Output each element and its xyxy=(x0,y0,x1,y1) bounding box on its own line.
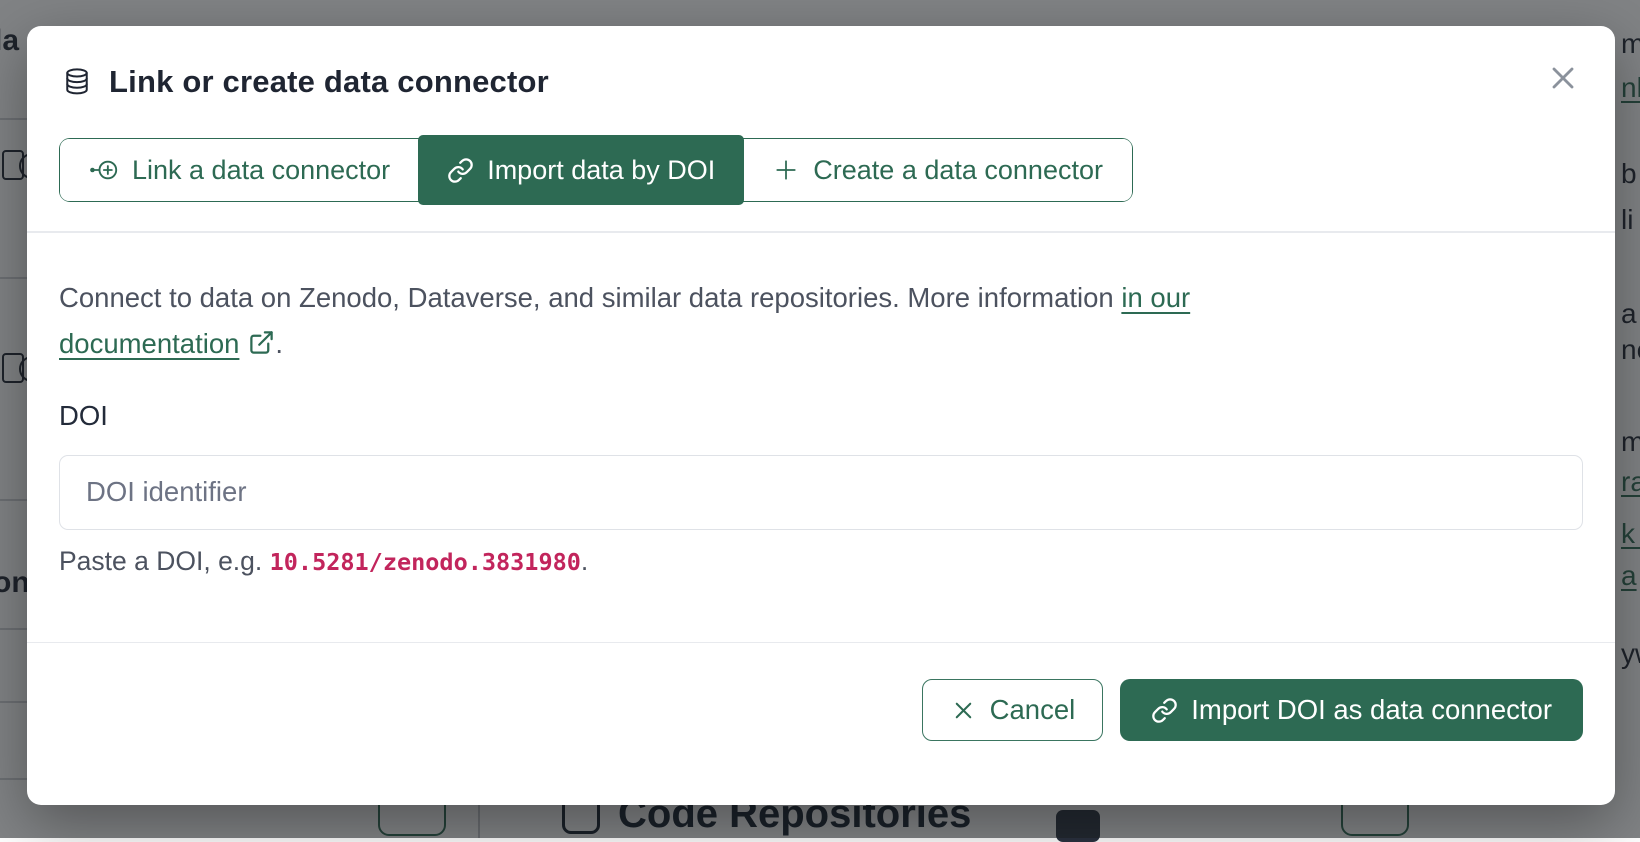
description-intro: Connect to data on Zenodo, Dataverse, an… xyxy=(59,282,1114,313)
doi-input[interactable] xyxy=(59,455,1583,530)
tab-label: Create a data connector xyxy=(813,155,1103,186)
helper-suffix: . xyxy=(581,546,588,576)
doi-field-label: DOI xyxy=(59,400,1583,432)
database-icon xyxy=(61,66,93,98)
data-connector-dialog: Link or create data connector Link a dat… xyxy=(27,26,1615,805)
cancel-button-label: Cancel xyxy=(990,694,1076,726)
description-period: . xyxy=(275,328,283,359)
helper-prefix: Paste a DOI, e.g. xyxy=(59,546,270,576)
description-text: Connect to data on Zenodo, Dataverse, an… xyxy=(59,275,1583,370)
dialog-body: Connect to data on Zenodo, Dataverse, an… xyxy=(27,233,1615,577)
cancel-button[interactable]: Cancel xyxy=(922,679,1104,741)
connector-mode-tabs: Link a data connector Import data by DOI… xyxy=(59,138,1133,202)
close-button[interactable] xyxy=(1545,60,1581,96)
doi-example-code: 10.5281/zenodo.3831980 xyxy=(270,548,581,576)
dialog-header: Link or create data connector xyxy=(27,26,1615,100)
close-icon xyxy=(1545,60,1581,96)
tab-create-data-connector[interactable]: Create a data connector xyxy=(743,139,1132,201)
import-doi-button-label: Import DOI as data connector xyxy=(1191,694,1552,726)
plus-icon xyxy=(772,156,800,184)
documentation-link[interactable]: in our xyxy=(1121,282,1190,313)
chain-link-icon xyxy=(1151,697,1178,724)
tab-link-data-connector[interactable]: Link a data connector xyxy=(60,139,419,201)
chain-link-icon xyxy=(447,157,474,184)
doi-helper-text: Paste a DOI, e.g. 10.5281/zenodo.3831980… xyxy=(59,546,1583,577)
import-doi-button[interactable]: Import DOI as data connector xyxy=(1120,679,1583,741)
tab-label: Link a data connector xyxy=(132,155,390,186)
dialog-title: Link or create data connector xyxy=(109,64,549,100)
dialog-footer: Cancel Import DOI as data connector xyxy=(27,643,1615,741)
documentation-link[interactable]: documentation xyxy=(59,328,239,359)
tab-import-data-by-doi[interactable]: Import data by DOI xyxy=(418,135,744,205)
x-icon xyxy=(950,697,977,724)
link-plus-icon xyxy=(89,159,119,181)
tab-label: Import data by DOI xyxy=(487,155,715,186)
external-link-icon xyxy=(248,324,275,370)
